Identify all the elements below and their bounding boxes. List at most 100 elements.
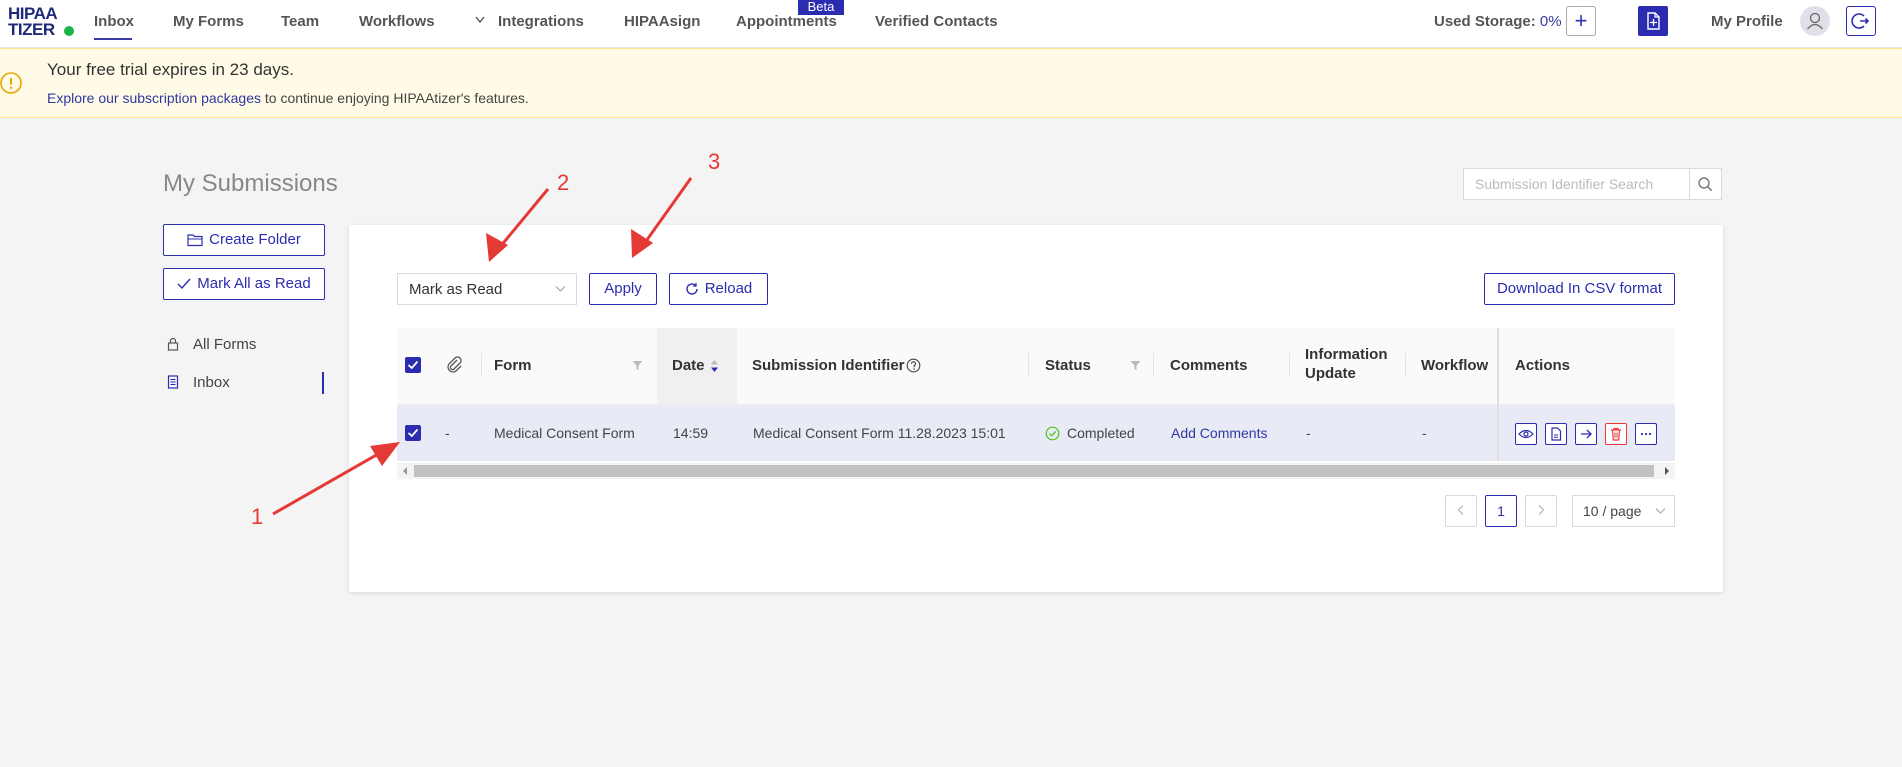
scroll-right-icon[interactable] bbox=[1663, 466, 1671, 476]
chevron-down-icon bbox=[1655, 508, 1666, 514]
column-header-submission-identifier[interactable]: Submission Identifier bbox=[752, 357, 905, 374]
column-separator bbox=[1405, 353, 1406, 377]
reload-icon bbox=[686, 283, 698, 295]
top-navigation: HIPAA TIZER Inbox My Forms Team Workflow… bbox=[0, 0, 1902, 48]
hipaatizer-logo[interactable]: HIPAA TIZER bbox=[8, 4, 76, 40]
view-submission-button[interactable] bbox=[1515, 423, 1537, 445]
logout-icon bbox=[1851, 13, 1870, 29]
mark-all-read-button[interactable]: Mark All as Read bbox=[163, 268, 325, 300]
fixed-column-shadow bbox=[1497, 328, 1499, 461]
search-icon bbox=[1698, 177, 1713, 192]
delete-submission-button[interactable] bbox=[1605, 423, 1627, 445]
column-separator bbox=[1028, 353, 1029, 377]
nav-appointments[interactable]: Appointments bbox=[736, 13, 837, 30]
search-button[interactable] bbox=[1690, 168, 1722, 200]
sidebar-item-label: All Forms bbox=[193, 336, 257, 353]
new-document-button[interactable] bbox=[1638, 6, 1668, 36]
nav-integrations[interactable]: Integrations bbox=[498, 13, 584, 30]
check-circle-icon bbox=[1045, 426, 1060, 441]
pdf-file-icon bbox=[1551, 427, 1562, 441]
page-number-button[interactable]: 1 bbox=[1485, 495, 1517, 527]
row-form: Medical Consent Form bbox=[494, 425, 635, 441]
lock-icon bbox=[167, 337, 179, 351]
scrollbar-thumb[interactable] bbox=[414, 465, 1654, 477]
download-csv-button[interactable]: Download In CSV format bbox=[1484, 273, 1675, 305]
filter-icon[interactable] bbox=[632, 360, 643, 371]
select-all-checkbox[interactable] bbox=[405, 357, 421, 373]
eye-icon bbox=[1518, 429, 1534, 439]
arrow-right-icon bbox=[1581, 429, 1592, 439]
column-header-status[interactable]: Status bbox=[1045, 357, 1091, 374]
used-storage-value: 0% bbox=[1539, 13, 1562, 30]
row-workflow: - bbox=[1422, 425, 1427, 441]
column-separator bbox=[1153, 353, 1154, 377]
sidebar-item-all-forms[interactable]: All Forms bbox=[163, 332, 326, 358]
column-header-information-update: Information Update bbox=[1305, 346, 1388, 385]
add-storage-button[interactable]: + bbox=[1566, 6, 1596, 36]
create-folder-button[interactable]: Create Folder bbox=[163, 224, 325, 256]
row-date: 14:59 bbox=[673, 425, 709, 441]
submission-search-input[interactable] bbox=[1464, 169, 1690, 199]
check-icon bbox=[407, 360, 419, 370]
nav-my-forms[interactable]: My Forms bbox=[173, 13, 244, 30]
nav-verified-contacts[interactable]: Verified Contacts bbox=[875, 13, 998, 30]
trial-banner-rest: to continue enjoying HIPAAtizer's featur… bbox=[261, 90, 529, 106]
logo-line-2: TIZER bbox=[8, 20, 55, 39]
page-title: My Submissions bbox=[163, 170, 338, 197]
bulk-action-select[interactable]: Mark as Read bbox=[397, 273, 577, 305]
row-attachment: - bbox=[445, 425, 450, 441]
chevron-down-icon[interactable] bbox=[475, 15, 485, 25]
sidebar-item-inbox[interactable]: Inbox bbox=[163, 370, 326, 396]
annotation-label-3: 3 bbox=[708, 149, 721, 174]
chevron-left-icon bbox=[1457, 505, 1464, 515]
beta-badge: Beta bbox=[798, 0, 844, 15]
reload-button[interactable]: Reload bbox=[669, 273, 768, 305]
download-pdf-button[interactable] bbox=[1545, 423, 1567, 445]
bulk-action-value: Mark as Read bbox=[409, 281, 503, 298]
column-separator bbox=[481, 353, 482, 377]
submission-search bbox=[1463, 168, 1690, 200]
nav-active-indicator bbox=[94, 38, 132, 40]
next-page-button[interactable] bbox=[1525, 495, 1557, 527]
check-icon bbox=[407, 428, 419, 438]
subscription-packages-link[interactable]: Explore our subscription packages bbox=[47, 90, 261, 106]
trash-icon bbox=[1611, 427, 1621, 441]
trial-banner-title: Your free trial expires in 23 days. bbox=[47, 60, 294, 79]
avatar[interactable] bbox=[1800, 6, 1830, 36]
mark-all-read-label: Mark All as Read bbox=[197, 275, 311, 292]
forward-submission-button[interactable] bbox=[1575, 423, 1597, 445]
scroll-left-icon[interactable] bbox=[401, 466, 409, 476]
nav-workflows[interactable]: Workflows bbox=[359, 13, 435, 30]
nav-team[interactable]: Team bbox=[281, 13, 319, 30]
column-header-comments: Comments bbox=[1170, 357, 1248, 374]
row-information-update: - bbox=[1306, 425, 1311, 441]
nav-inbox[interactable]: Inbox bbox=[94, 13, 134, 30]
row-checkbox[interactable] bbox=[405, 425, 421, 441]
reload-label: Reload bbox=[704, 280, 753, 297]
column-header-form[interactable]: Form bbox=[494, 357, 532, 374]
logout-button[interactable] bbox=[1846, 6, 1876, 36]
trial-banner: Your free trial expires in 23 days. Expl… bbox=[0, 48, 1902, 118]
annotation-label-2: 2 bbox=[557, 170, 570, 195]
page-size-select[interactable]: 10 / page bbox=[1572, 495, 1675, 527]
sort-icon[interactable] bbox=[710, 359, 719, 373]
paperclip-icon bbox=[447, 356, 462, 373]
add-comments-link[interactable]: Add Comments bbox=[1171, 425, 1267, 441]
sidebar-active-indicator bbox=[322, 372, 324, 394]
row-submission-identifier: Medical Consent Form 11.28.2023 15:01 bbox=[753, 425, 1006, 441]
column-header-actions: Actions bbox=[1515, 357, 1571, 374]
my-profile-link[interactable]: My Profile bbox=[1711, 13, 1783, 30]
used-storage: Used Storage: 0% bbox=[1434, 13, 1562, 30]
more-actions-button[interactable] bbox=[1635, 423, 1657, 445]
apply-button[interactable]: Apply bbox=[589, 273, 657, 305]
help-icon[interactable] bbox=[906, 358, 921, 373]
more-icon bbox=[1640, 432, 1652, 436]
nav-hipaasign[interactable]: HIPAAsign bbox=[624, 13, 700, 30]
annotation-label-1: 1 bbox=[251, 504, 264, 529]
column-header-date[interactable]: Date bbox=[672, 357, 705, 374]
previous-page-button[interactable] bbox=[1445, 495, 1477, 527]
trial-banner-description: Explore our subscription packages to con… bbox=[47, 90, 529, 106]
filter-icon[interactable] bbox=[1130, 360, 1141, 371]
user-icon bbox=[1807, 12, 1823, 30]
page-size-value: 10 / page bbox=[1583, 503, 1642, 519]
